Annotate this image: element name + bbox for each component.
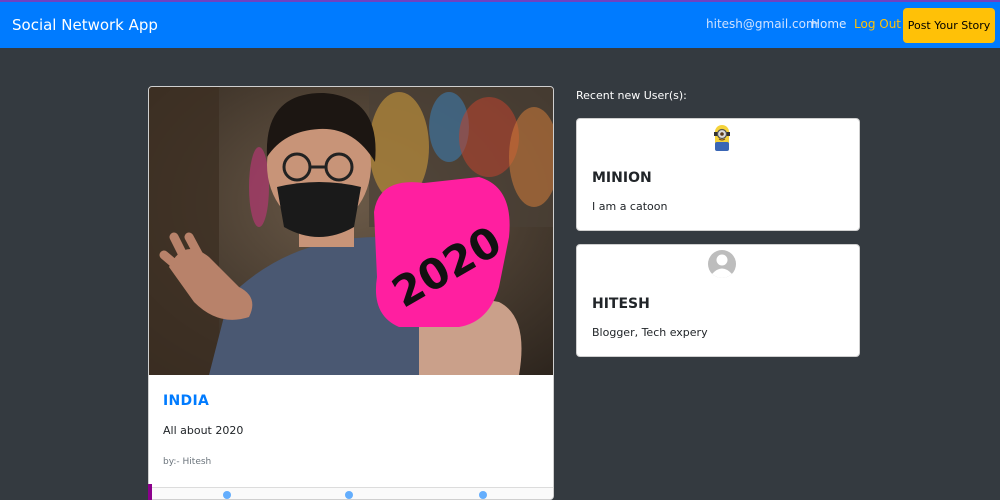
home-link[interactable]: Home [811,17,846,31]
post-card: 2020 INDIA All about 2020 by:- Hitesh [148,86,554,500]
minion-avatar-icon [714,125,730,151]
side-strip [148,484,152,500]
user-email-link[interactable]: hitesh@gmail.com [706,17,818,31]
user-card[interactable]: HITESH Blogger, Tech expery [576,244,860,357]
post-story-button[interactable]: Post Your Story [903,8,995,43]
post-actions-bar [149,487,553,499]
post-image: 2020 [149,87,553,375]
default-user-avatar-icon [708,250,736,278]
share-icon[interactable] [479,491,487,499]
post-author: by:- Hitesh [163,457,212,467]
user-bio: I am a catoon [592,200,668,213]
user-bio: Blogger, Tech expery [592,326,708,339]
user-name: MINION [592,170,652,186]
post-title[interactable]: INDIA [163,393,209,409]
brand-link[interactable]: Social Network App [12,16,158,34]
user-name: HITESH [592,296,650,312]
post-description: All about 2020 [163,424,244,437]
recent-users-heading: Recent new User(s): [576,89,687,102]
user-card[interactable]: MINION I am a catoon [576,118,860,231]
navbar: Social Network App hitesh@gmail.com Home… [0,0,1000,48]
like-icon[interactable] [223,491,231,499]
comment-icon[interactable] [345,491,353,499]
logout-link[interactable]: Log Out [854,17,901,31]
